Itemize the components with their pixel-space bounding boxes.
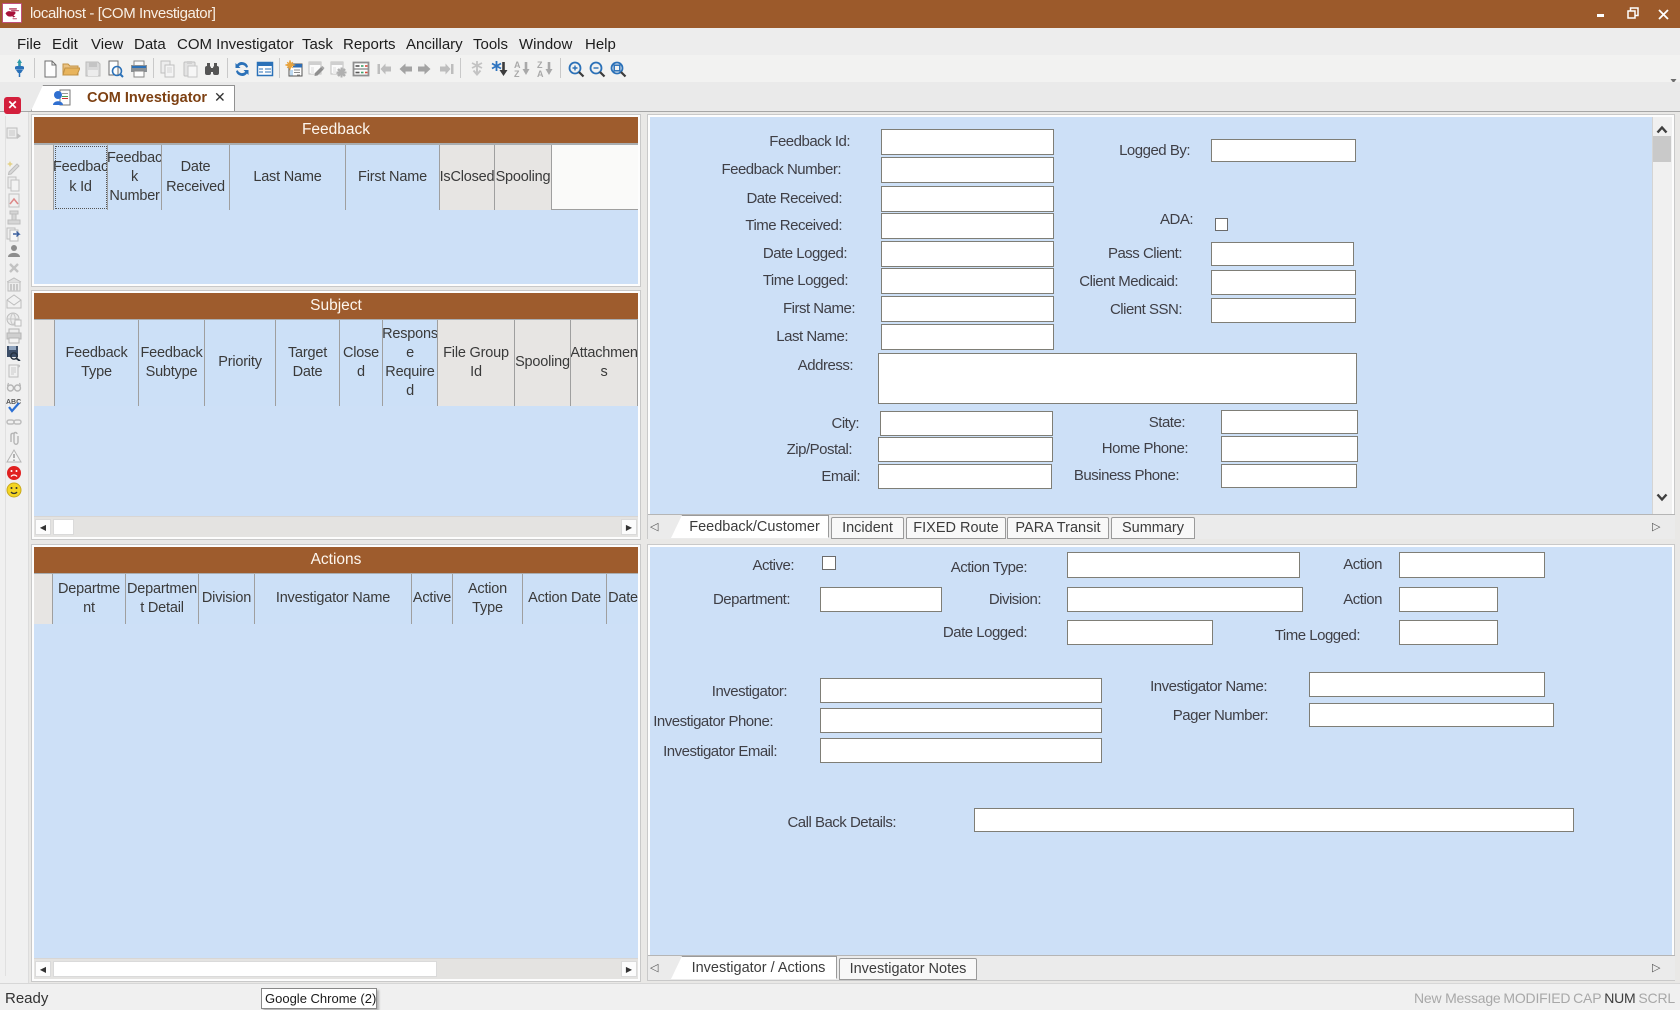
svg-text:Z: Z	[514, 69, 520, 78]
svg-text:A: A	[537, 69, 544, 78]
svg-text:ABC: ABC	[6, 399, 21, 406]
